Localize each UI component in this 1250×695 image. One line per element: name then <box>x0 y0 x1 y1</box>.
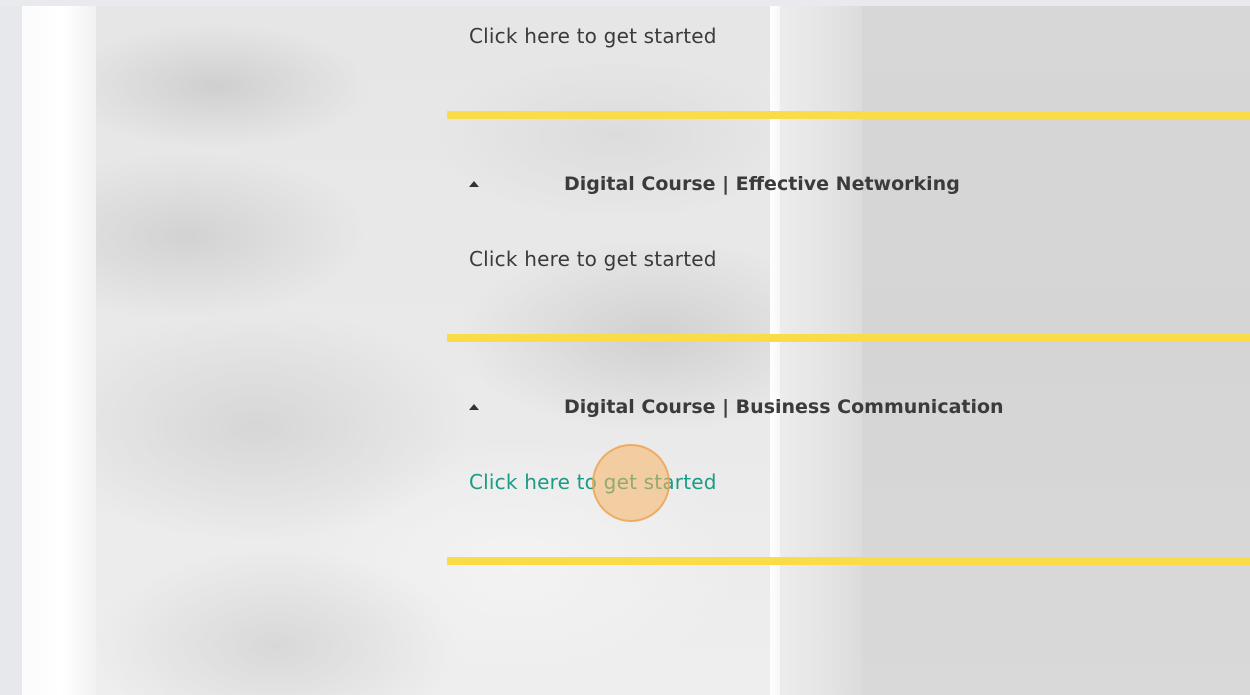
get-started-link[interactable]: Click here to get started <box>469 470 717 494</box>
caret-up-icon <box>469 404 479 410</box>
caret-up-icon <box>469 181 479 187</box>
course-accordion-list: Click here to get started Digital Course… <box>0 6 1250 695</box>
accordion-header-business-communication[interactable]: Digital Course | Business Communication <box>469 396 1069 424</box>
page-background: Click here to get started Digital Course… <box>0 6 1250 695</box>
get-started-link[interactable]: Click here to get started <box>469 24 717 48</box>
course-title: Digital Course | Business Communication <box>564 396 1004 418</box>
accordion-header-effective-networking[interactable]: Digital Course | Effective Networking <box>469 173 1069 201</box>
get-started-link[interactable]: Click here to get started <box>469 247 717 271</box>
section-divider <box>447 557 1250 565</box>
section-divider <box>447 334 1250 342</box>
section-divider <box>447 111 1250 119</box>
course-title: Digital Course | Effective Networking <box>564 173 960 195</box>
